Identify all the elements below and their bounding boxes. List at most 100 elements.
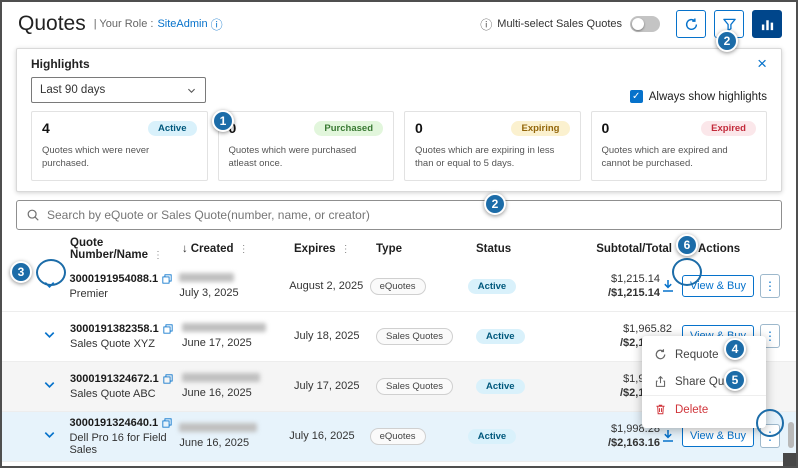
role-value-link[interactable]: SiteAdmin	[157, 18, 207, 30]
page-title: Quotes	[18, 12, 86, 36]
highlights-title: Highlights	[31, 57, 90, 71]
expiring-count: 0	[415, 120, 423, 136]
expired-count: 0	[602, 120, 610, 136]
quote-number[interactable]: 3000191382358.1	[70, 323, 159, 335]
close-icon[interactable]: ×	[757, 57, 767, 71]
highlight-card-active: 4 Active Quotes which were never purchas…	[31, 111, 208, 181]
menu-item-delete[interactable]: Delete	[642, 395, 766, 423]
expiring-badge: Expiring	[511, 121, 569, 136]
status-badge: Active	[476, 379, 525, 394]
quote-name: Dell Pro 16 for Field Sales	[69, 432, 179, 456]
column-quote-number[interactable]: Quote Number/Name⋮	[70, 237, 182, 261]
callout-6: 6	[676, 234, 698, 256]
active-desc: Quotes which were never purchased.	[42, 145, 197, 171]
sort-desc-icon[interactable]: ↓	[182, 243, 188, 255]
bar-chart-icon	[760, 17, 775, 32]
refresh-icon	[684, 17, 699, 32]
multiselect-info-icon[interactable]: ⓘ	[480, 16, 492, 33]
total-value: /$1,215.14	[574, 287, 660, 299]
expand-row-icon[interactable]	[42, 377, 57, 392]
active-count: 4	[42, 120, 50, 136]
created-date: June 17, 2025	[182, 337, 294, 349]
purchased-badge: Purchased	[314, 121, 383, 136]
quote-name: Premier	[69, 288, 179, 300]
created-date: July 3, 2025	[179, 287, 289, 299]
column-menu-icon[interactable]: ⋮	[239, 244, 249, 255]
quote-number[interactable]: 3000191324640.1	[69, 417, 158, 429]
redacted-creator	[182, 323, 266, 332]
quotes-page: Quotes | Your Role : SiteAdmin ⓘ ⓘ Multi…	[0, 0, 798, 468]
multiselect-toggle[interactable]	[630, 16, 660, 32]
share-icon	[654, 375, 667, 388]
date-range-value: Last 90 days	[40, 84, 105, 96]
callout-4: 4	[724, 338, 746, 360]
purchased-desc: Quotes which were purchased atleast once…	[229, 145, 384, 171]
redacted-creator	[182, 373, 260, 382]
callout-2-filter: 2	[716, 30, 738, 52]
menu-item-share-quote[interactable]: Share Quote	[642, 368, 766, 395]
role-info-icon[interactable]: ⓘ	[211, 16, 223, 33]
callout-3: 3	[10, 261, 32, 283]
status-badge: Active	[476, 329, 525, 344]
toggle-knob	[632, 18, 644, 30]
expand-row-icon[interactable]	[42, 427, 57, 442]
always-show-label: Always show highlights	[649, 91, 767, 103]
column-menu-icon[interactable]: ⋮	[153, 250, 163, 261]
search-bar	[16, 200, 782, 230]
expiring-desc: Quotes which are expiring in less than o…	[415, 145, 570, 171]
type-badge: eQuotes	[370, 278, 426, 295]
quote-stats-button[interactable]	[752, 10, 782, 38]
ring-download-row1	[672, 258, 702, 286]
column-status: Status	[476, 243, 584, 255]
expires-date: August 2, 2025	[289, 280, 369, 292]
callout-2-search: 2	[484, 193, 506, 215]
role-prefix: | Your Role :	[94, 18, 154, 30]
page-header: Quotes | Your Role : SiteAdmin ⓘ ⓘ Multi…	[2, 2, 796, 44]
type-badge: Sales Quotes	[376, 378, 453, 395]
expand-row-icon[interactable]	[42, 327, 57, 342]
column-created[interactable]: ↓Created⋮	[182, 243, 294, 255]
row-actions-kebab[interactable]: ⋮	[760, 274, 780, 298]
quote-number[interactable]: 3000191324672.1	[70, 373, 159, 385]
copy-icon[interactable]	[163, 374, 173, 384]
copy-icon[interactable]	[162, 274, 172, 284]
status-badge: Active	[468, 279, 517, 294]
subtotal-value: $1,965.82	[584, 323, 672, 335]
status-badge: Active	[468, 429, 517, 444]
copy-icon[interactable]	[163, 324, 173, 334]
date-range-select[interactable]: Last 90 days	[31, 77, 206, 103]
expires-date: July 16, 2025	[289, 430, 369, 442]
column-expires[interactable]: Expires⋮	[294, 243, 376, 255]
quote-number[interactable]: 3000191954088.1	[69, 273, 158, 285]
total-value: /$2,163.16	[574, 437, 660, 449]
column-menu-icon[interactable]: ⋮	[341, 244, 351, 255]
download-icon[interactable]	[660, 278, 676, 294]
scrollbar-corner[interactable]	[783, 453, 796, 466]
callout-5: 5	[724, 369, 746, 391]
refresh-button[interactable]	[676, 10, 706, 38]
quote-name: Sales Quote ABC	[70, 388, 182, 400]
copy-icon[interactable]	[162, 418, 172, 428]
menu-item-requote[interactable]: Requote	[642, 341, 766, 368]
download-icon[interactable]	[660, 428, 676, 444]
scrollbar-thumb[interactable]	[788, 422, 794, 448]
highlight-card-expiring: 0 Expiring Quotes which are expiring in …	[404, 111, 581, 181]
type-badge: Sales Quotes	[376, 328, 453, 345]
view-buy-button[interactable]: View & Buy	[682, 425, 754, 447]
expired-badge: Expired	[701, 121, 756, 136]
subtotal-value: $1,215.14	[574, 273, 660, 285]
highlights-header: Highlights ×	[31, 57, 767, 71]
column-subtotal: Subtotal/Total	[584, 243, 672, 255]
expires-date: July 18, 2025	[294, 330, 376, 342]
highlight-card-expired: 0 Expired Quotes which are expired and c…	[591, 111, 768, 181]
callout-1: 1	[212, 110, 234, 132]
highlight-card-purchased: 0 Purchased Quotes which were purchased …	[218, 111, 395, 181]
highlight-cards: 4 Active Quotes which were never purchas…	[31, 111, 767, 181]
row-actions-menu: Requote Share Quote Delete	[642, 336, 766, 428]
ring-expand-row1	[36, 259, 66, 286]
chevron-down-icon	[186, 85, 197, 96]
always-show-checkbox[interactable]: ✓	[630, 90, 643, 103]
created-date: June 16, 2025	[182, 387, 294, 399]
multiselect-label: Multi-select Sales Quotes	[497, 18, 622, 30]
search-input[interactable]	[47, 208, 772, 222]
